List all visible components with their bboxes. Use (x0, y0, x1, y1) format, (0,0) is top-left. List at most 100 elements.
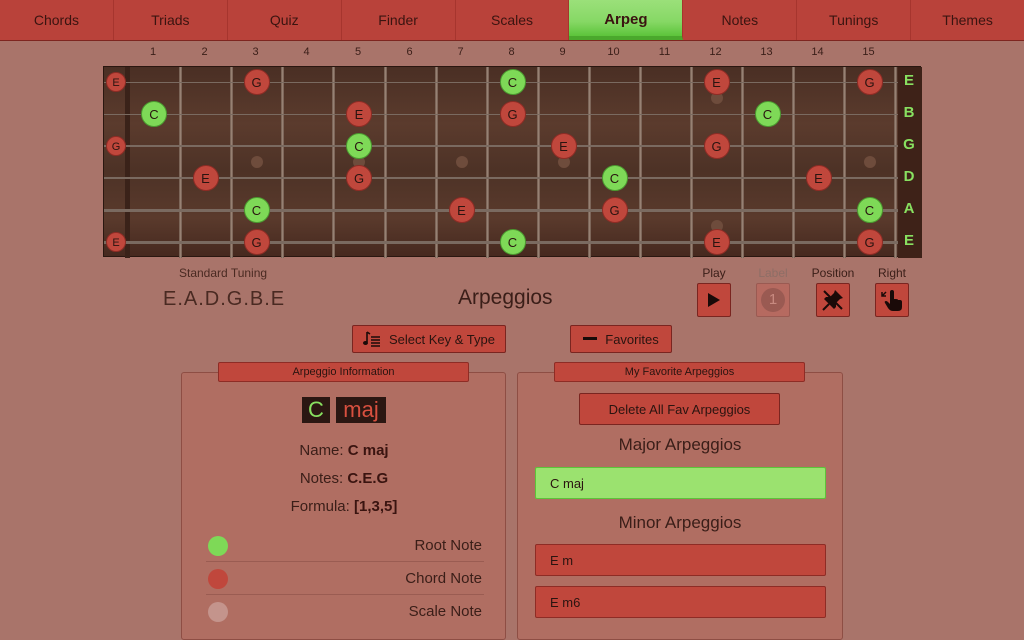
tab-finder[interactable]: Finder (342, 0, 456, 40)
fret-wire (639, 67, 642, 258)
string-label: G (903, 136, 915, 153)
minor-arpeggios-heading: Minor Arpeggios (618, 513, 742, 532)
fret-note-marker[interactable]: C (856, 197, 883, 223)
fret-note-marker[interactable]: C (499, 69, 526, 95)
scale-note-label: Scale Note (408, 603, 482, 620)
name-value: C maj (347, 442, 389, 459)
fret-number: 9 (559, 46, 566, 58)
name-label: Name: (299, 442, 344, 459)
fret-number: 11 (658, 46, 671, 58)
fret-wire (792, 67, 795, 258)
string-label: B (903, 104, 915, 121)
fret-note-marker[interactable]: E (106, 232, 126, 252)
fret-note-marker[interactable]: C (601, 165, 628, 191)
string-label: E (903, 72, 914, 89)
favorites-button[interactable]: Favorites (570, 325, 672, 353)
label-label: Label (758, 266, 788, 280)
fret-wire (435, 67, 438, 258)
fret-note-marker[interactable]: E (346, 101, 372, 127)
string-label: D (903, 168, 915, 185)
formula-label: Formula: (290, 498, 350, 515)
fret-note-marker[interactable]: G (703, 133, 730, 159)
fret-note-marker[interactable]: G (601, 197, 628, 223)
tab-quiz[interactable]: Quiz (228, 0, 342, 40)
fret-note-marker[interactable]: G (243, 69, 270, 95)
arpeggio-name: Name: C maj (194, 442, 494, 459)
fret-note-marker[interactable]: G (106, 136, 126, 156)
delete-all-favs-button[interactable]: Delete All Fav Arpeggios (579, 393, 780, 425)
fret-wire (843, 67, 846, 258)
fret-note-marker[interactable]: E (106, 72, 126, 92)
fret-wire (588, 67, 591, 258)
fret-note-marker[interactable]: E (192, 165, 219, 191)
fav-item-e-m6[interactable]: E m6 (535, 586, 826, 618)
fret-wire (741, 67, 744, 258)
major-arpeggios-heading: Major Arpeggios (618, 435, 742, 454)
select-key-type-button[interactable]: Select Key & Type (352, 325, 506, 353)
select-key-type-label: Select Key & Type (389, 331, 495, 347)
fret-note-marker[interactable]: G (499, 101, 526, 127)
string-label: E (903, 232, 914, 249)
favorites-title: My Favorite Arpeggios (554, 362, 805, 382)
fret-number: 15 (862, 46, 875, 58)
fret-number: 5 (354, 46, 362, 58)
play-label: Play (702, 266, 726, 280)
type-box[interactable]: maj (336, 397, 386, 423)
label-number-icon: 1 (761, 288, 785, 312)
label-button[interactable]: 1 (756, 283, 790, 317)
tab-notes[interactable]: Notes (683, 0, 798, 40)
music-list-icon (363, 331, 380, 347)
root-note-label: Root Note (414, 537, 482, 554)
tuning-value[interactable]: E.A.D.G.B.E (163, 288, 285, 311)
fav-item-c-maj[interactable]: C maj (535, 467, 826, 499)
fret-wire (894, 67, 897, 258)
fret-note-marker[interactable]: E (805, 165, 832, 191)
right-hand-button[interactable] (875, 283, 909, 317)
pin-icon (822, 290, 843, 311)
fret-note-marker[interactable]: C (141, 101, 167, 127)
tab-tunings[interactable]: Tunings (797, 0, 912, 40)
fret-note-marker[interactable]: G (346, 165, 372, 191)
nut (125, 67, 130, 258)
chord-note-dot (208, 569, 228, 589)
fret-note-marker[interactable]: E (703, 69, 730, 95)
key-box[interactable]: C (302, 397, 330, 423)
fret-number: 13 (760, 46, 773, 58)
fret-note-marker[interactable]: G (856, 69, 883, 95)
fret-note-marker[interactable]: G (243, 229, 270, 255)
arpeggio-info-title: Arpeggio Information (218, 362, 469, 382)
fret-inlay (250, 156, 263, 168)
fret-number: 8 (508, 46, 515, 58)
fret-note-marker[interactable]: C (754, 101, 781, 127)
fret-note-marker[interactable]: C (243, 197, 270, 223)
tab-chords[interactable]: Chords (0, 0, 114, 40)
fret-note-marker[interactable]: E (703, 229, 730, 255)
tuning-label: Standard Tuning (179, 266, 268, 280)
play-button[interactable] (697, 283, 731, 317)
tab-arpeg[interactable]: Arpeg (569, 0, 684, 40)
fret-number: 3 (252, 46, 259, 58)
root-note-dot (208, 536, 228, 556)
fav-item-e-m[interactable]: E m (535, 544, 826, 576)
fret-note-marker[interactable]: G (856, 229, 883, 255)
tab-triads[interactable]: Triads (114, 0, 228, 40)
fret-note-marker[interactable]: C (346, 133, 372, 159)
fret-note-marker[interactable]: E (550, 133, 577, 159)
play-icon (708, 293, 720, 307)
legend-root: Root Note (206, 530, 484, 562)
fret-wire (486, 67, 489, 258)
scale-note-dot (208, 602, 228, 622)
position-button[interactable] (816, 283, 850, 317)
arpeggio-formula: Formula: [1,3,5] (194, 498, 494, 515)
chord-note-label: Chord Note (405, 570, 482, 587)
tab-scales[interactable]: Scales (456, 0, 570, 40)
position-label: Position (811, 266, 855, 280)
fret-wire (690, 67, 693, 258)
fret-note-marker[interactable]: E (448, 197, 475, 223)
tab-themes[interactable]: Themes (911, 0, 1024, 40)
arpeggio-notes: Notes: C.E.G (194, 470, 494, 487)
fretboard[interactable]: EGCEGCEGCGCEGEGCECEGCEGCEG (103, 66, 922, 258)
right-label: Right (877, 266, 906, 280)
fret-note-marker[interactable]: C (499, 229, 526, 255)
guitar-string (104, 209, 898, 212)
